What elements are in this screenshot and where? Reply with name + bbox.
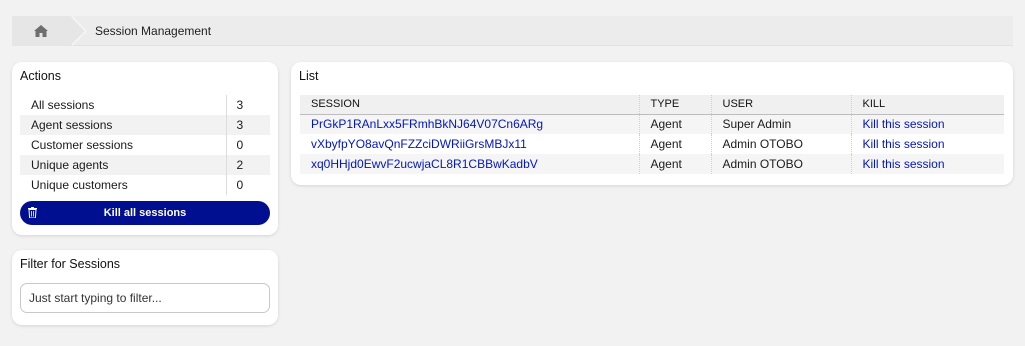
session-type: Agent (638, 114, 711, 134)
home-icon[interactable] (34, 24, 48, 37)
kill-session-link[interactable]: Kill this session (863, 117, 945, 131)
column-header-session[interactable]: SESSION (300, 95, 639, 115)
stat-row: All sessions 3 (20, 95, 270, 115)
sessions-table: SESSION TYPE USER KILL PrGkP1RAnLxx5FRmh… (300, 95, 1004, 174)
stat-row: Unique customers 0 (20, 175, 270, 195)
stat-label: Agent sessions (20, 115, 226, 135)
stat-value: 3 (225, 115, 270, 135)
list-panel: List SESSION TYPE USER KILL PrGkP1RAnLxx… (291, 62, 1013, 185)
stat-row: Agent sessions 3 (20, 115, 270, 135)
kill-all-label: Kill all sessions (103, 207, 187, 219)
table-row: PrGkP1RAnLxx5FRmhBkNJ64V07Cn6ARg Agent S… (300, 114, 1004, 134)
list-title: List (299, 69, 319, 83)
table-row: xq0HHjd0EwvF2ucwjaCL8R1CBBwKadbV Agent A… (300, 154, 1004, 174)
stat-row: Customer sessions 0 (20, 135, 270, 155)
kill-session-link[interactable]: Kill this session (863, 137, 945, 151)
stat-label: All sessions (31, 98, 95, 112)
session-user: Admin OTOBO (710, 134, 851, 154)
trash-icon (28, 207, 37, 221)
kill-all-sessions-button[interactable]: Kill all sessions (20, 201, 270, 225)
stat-value: 2 (225, 155, 270, 175)
stat-label: Unique agents (20, 155, 226, 175)
stat-row: Unique agents 2 (20, 155, 270, 175)
stat-value: 3 (225, 95, 270, 115)
filter-input[interactable] (20, 283, 270, 313)
stat-label: Unique customers (31, 178, 128, 192)
kill-session-link[interactable]: Kill this session (863, 157, 945, 171)
session-link[interactable]: xq0HHjd0EwvF2ucwjaCL8R1CBBwKadbV (311, 157, 538, 171)
table-row: vXbyfpYO8avQnFZZciDWRiiGrsMBJx11 Agent A… (300, 134, 1004, 154)
actions-panel: Actions All sessions 3 Agent sessions 3 … (12, 62, 278, 235)
stat-value: 0 (225, 175, 270, 195)
stat-value: 0 (225, 135, 270, 155)
breadcrumb-current: Session Management (95, 23, 212, 38)
session-user: Super Admin (710, 114, 851, 134)
column-header-type[interactable]: TYPE (638, 95, 711, 115)
breadcrumb: Session Management (12, 15, 1013, 46)
session-type: Agent (638, 134, 711, 154)
session-type: Agent (638, 154, 711, 174)
filter-title: Filter for Sessions (20, 257, 121, 271)
table-header-row: SESSION TYPE USER KILL (300, 95, 1004, 115)
breadcrumb-home[interactable] (12, 15, 87, 46)
session-link[interactable]: PrGkP1RAnLxx5FRmhBkNJ64V07Cn6ARg (311, 117, 543, 131)
filter-panel: Filter for Sessions (12, 250, 278, 325)
session-stats-table: All sessions 3 Agent sessions 3 Customer… (20, 95, 270, 195)
column-header-kill[interactable]: KILL (850, 95, 1004, 115)
stat-label: Customer sessions (31, 138, 134, 152)
actions-title: Actions (20, 69, 61, 83)
session-user: Admin OTOBO (710, 154, 851, 174)
session-link[interactable]: vXbyfpYO8avQnFZZciDWRiiGrsMBJx11 (311, 137, 527, 151)
column-header-user[interactable]: USER (710, 95, 851, 115)
